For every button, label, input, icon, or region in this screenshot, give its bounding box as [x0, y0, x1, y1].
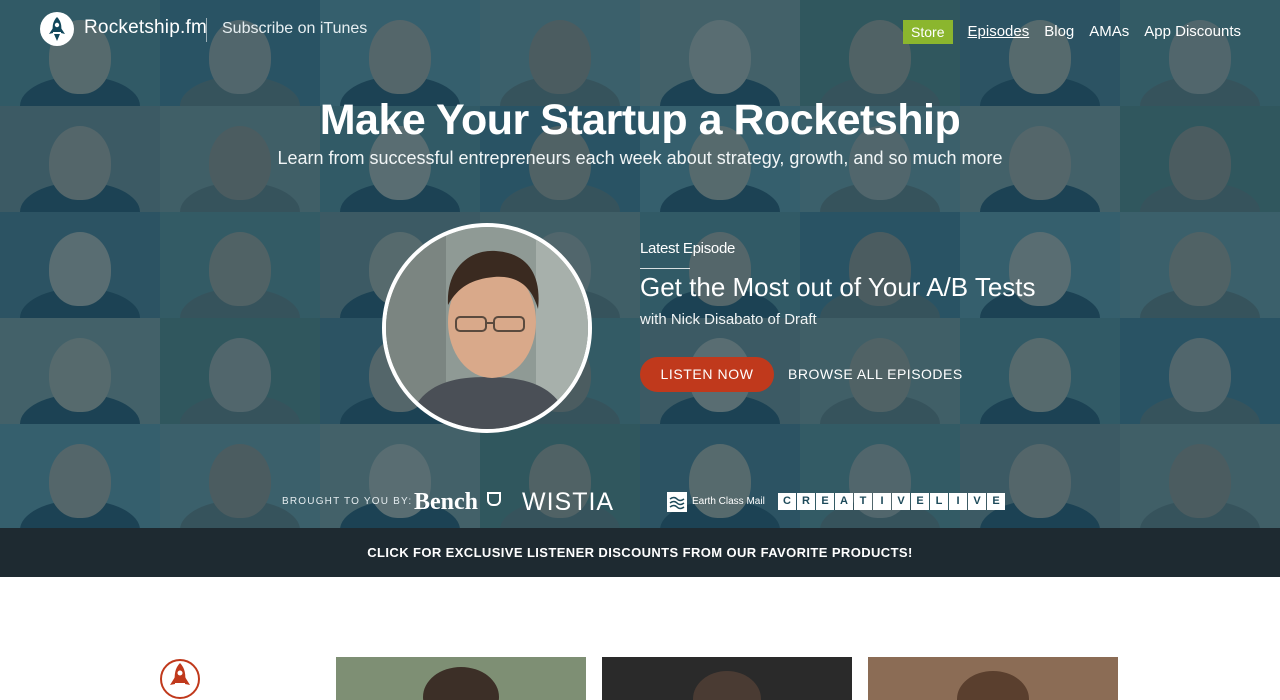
- rocket-icon[interactable]: [40, 12, 74, 46]
- top-nav: Rocketship.fm Subscribe on iTunes Store …: [0, 0, 1280, 64]
- nav-blog-link[interactable]: Blog: [1044, 20, 1074, 44]
- creativelive-letter: L: [930, 493, 948, 510]
- listener-discounts-banner[interactable]: CLICK FOR EXCLUSIVE LISTENER DISCOUNTS F…: [0, 528, 1280, 577]
- episode-guest: with Nick Disabato of Draft: [640, 311, 817, 328]
- latest-episode-label: Latest Episode: [640, 240, 736, 257]
- creativelive-letter: C: [778, 493, 796, 510]
- nav-app-discounts-link[interactable]: App Discounts: [1144, 20, 1241, 44]
- creativelive-letter: I: [949, 493, 967, 510]
- episode-card[interactable]: [602, 657, 852, 700]
- browse-all-episodes-link[interactable]: BROWSE ALL EPISODES: [788, 366, 963, 382]
- sponsor-earth-class-mail-logo[interactable]: Earth Class Mail: [692, 496, 765, 507]
- creativelive-letter: V: [892, 493, 910, 510]
- subscribe-itunes-link[interactable]: Subscribe on iTunes: [222, 20, 367, 38]
- hero-overlay: [0, 0, 1280, 528]
- episode-card[interactable]: [868, 657, 1118, 700]
- sponsor-wistia-logo[interactable]: WISTIA: [522, 488, 614, 517]
- hero-headline: Make Your Startup a Rocketship: [319, 96, 961, 144]
- sponsor-creativelive-logo[interactable]: C R E A T I V E L I V E: [778, 493, 1006, 510]
- nav-episodes-link[interactable]: Episodes: [968, 20, 1030, 44]
- creativelive-letter: E: [911, 493, 929, 510]
- brand-name[interactable]: Rocketship.fm: [84, 17, 207, 39]
- episode-title[interactable]: Get the Most out of Your A/B Tests: [640, 272, 1036, 303]
- creativelive-letter: R: [797, 493, 815, 510]
- hero: Rocketship.fm Subscribe on iTunes Store …: [0, 0, 1280, 528]
- creativelive-letter: I: [873, 493, 891, 510]
- creativelive-letter: T: [854, 493, 872, 510]
- nav-links: Store Episodes Blog AMAs App Discounts: [903, 20, 1241, 44]
- earth-class-mail-icon: [667, 492, 687, 512]
- sponsor-bench-logo[interactable]: Bench: [414, 489, 478, 516]
- listen-now-button[interactable]: LISTEN NOW: [640, 357, 774, 392]
- hero-tagline: Learn from successful entrepreneurs each…: [277, 148, 1003, 168]
- creativelive-letter: V: [968, 493, 986, 510]
- creativelive-letter: A: [835, 493, 853, 510]
- rocket-icon: [160, 657, 200, 700]
- creativelive-letter: E: [816, 493, 834, 510]
- nav-amas-link[interactable]: AMAs: [1089, 20, 1129, 44]
- episode-card[interactable]: [336, 657, 586, 700]
- latest-episode-rule: [640, 268, 690, 269]
- bench-badge-icon: [487, 492, 501, 506]
- guest-avatar[interactable]: [382, 223, 592, 433]
- nav-store-button[interactable]: Store: [903, 20, 953, 44]
- sponsors-label: BROUGHT TO YOU BY:: [282, 496, 413, 507]
- brand-divider: [206, 18, 207, 42]
- creativelive-letter: E: [987, 493, 1005, 510]
